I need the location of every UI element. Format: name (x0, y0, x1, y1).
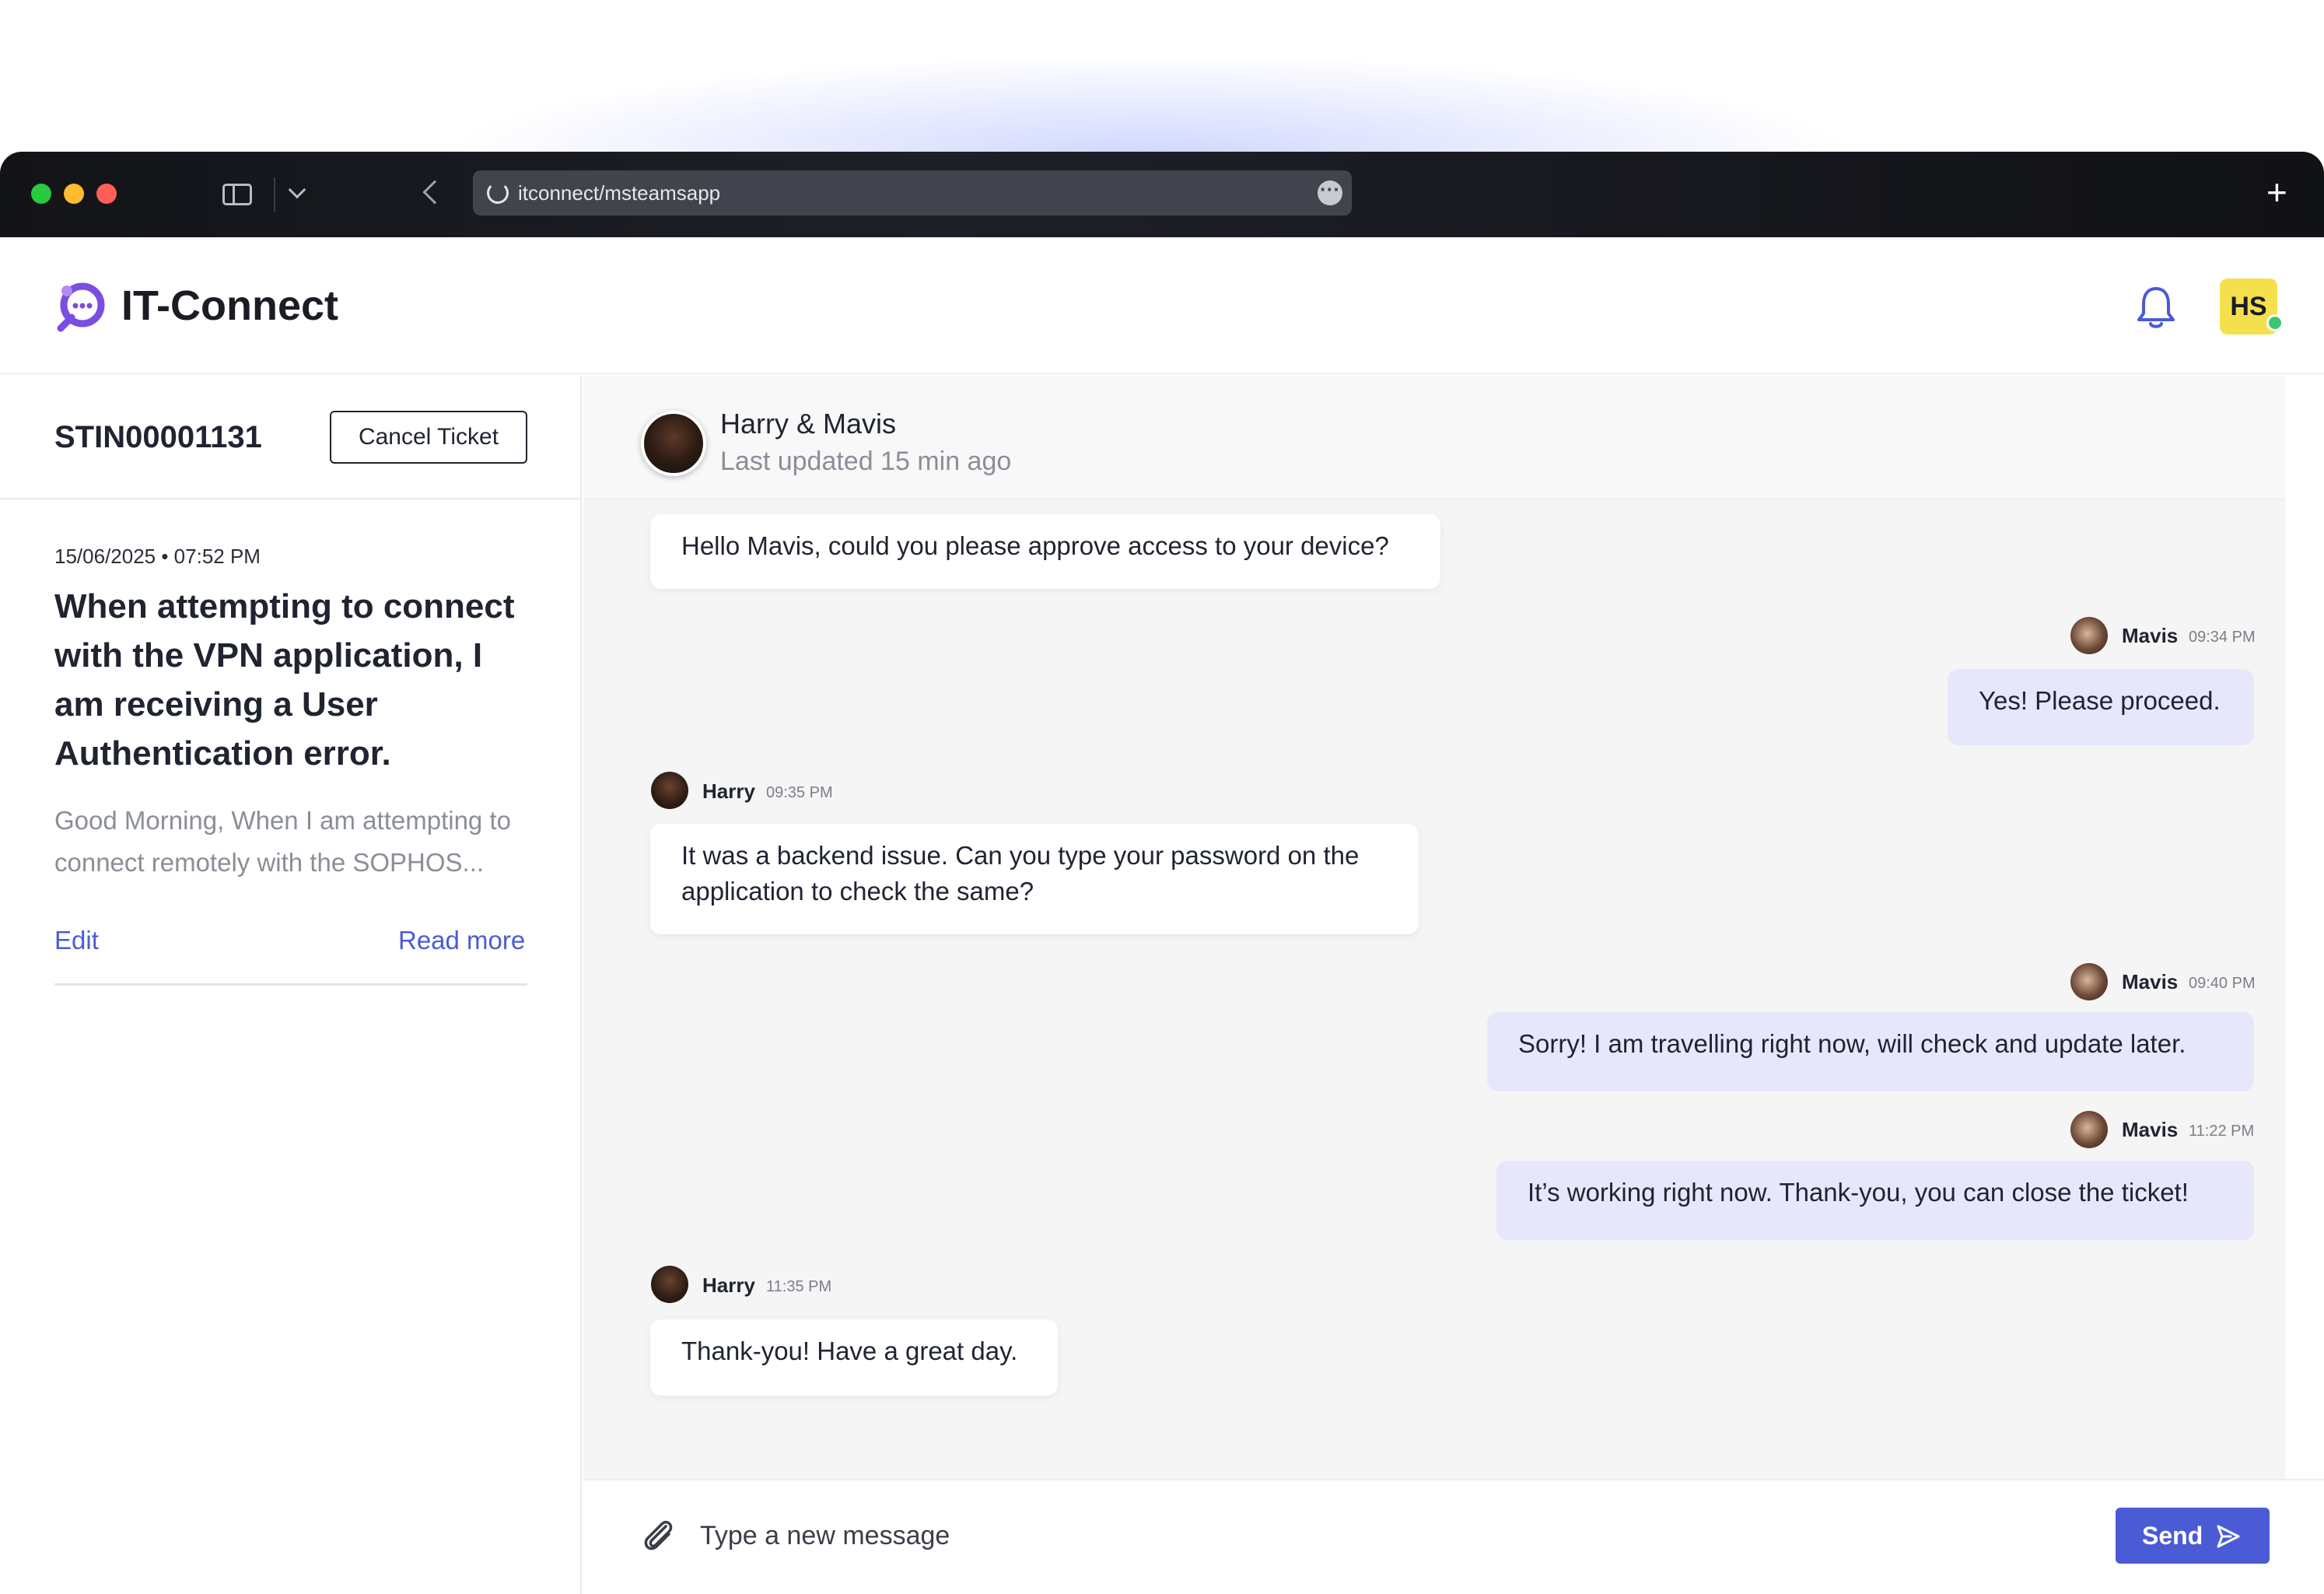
message-time: 09:40 PM (2189, 975, 2256, 992)
site-settings-icon[interactable] (487, 182, 509, 204)
cancel-ticket-button[interactable]: Cancel Ticket (330, 411, 527, 464)
ticket-id: STIN00001131 (54, 420, 262, 454)
sender-name: Mavis (2122, 970, 2179, 993)
plus-icon[interactable]: + (2266, 171, 2287, 213)
sender-avatar (2070, 963, 2108, 1000)
panel-divider (0, 498, 582, 499)
send-button[interactable]: Send (2116, 1508, 2270, 1564)
sender-name: Harry (702, 1273, 755, 1297)
message-time: 09:34 PM (2189, 629, 2256, 646)
read-more-link[interactable]: Read more (398, 926, 525, 955)
ticket-description: Good Morning, When I am attempting to co… (54, 806, 511, 877)
sender-name: Mavis (2122, 624, 2179, 647)
message-bubble: Thank-you! Have a great day. (650, 1319, 1058, 1396)
url-text[interactable]: itconnect/msteamsapp (518, 181, 720, 205)
window-close-button[interactable] (96, 184, 117, 204)
message-bubble: Sorry! I am travelling right now, will c… (1487, 1012, 2254, 1091)
sender-avatar (651, 1266, 688, 1303)
ticket-title: When attempting to connect with the VPN … (54, 587, 515, 772)
window-minimize-button[interactable] (64, 184, 84, 204)
message-input[interactable] (700, 1512, 2069, 1559)
send-icon (2217, 1525, 2240, 1548)
app-header (0, 237, 2324, 374)
paperclip-icon[interactable] (639, 1515, 677, 1556)
online-status-dot (2266, 314, 2284, 331)
sender-avatar (2070, 1111, 2108, 1148)
sidebar-toggle-icon[interactable] (222, 184, 252, 205)
sender-name: Mavis (2122, 1118, 2179, 1141)
chat-title: Harry & Mavis (720, 408, 897, 440)
message-time: 09:35 PM (766, 784, 833, 801)
chat-last-updated: Last updated 15 min ago (720, 447, 1012, 476)
sender-name: Harry (702, 779, 755, 803)
window-maximize-button[interactable] (31, 184, 51, 204)
message-time: 11:22 PM (2189, 1123, 2255, 1140)
chat-avatar (641, 411, 706, 476)
panel-bottom-divider (54, 983, 527, 986)
edit-link[interactable]: Edit (54, 926, 99, 955)
app-name: IT-Connect (121, 282, 338, 329)
message-bubble: It was a backend issue. Can you type you… (650, 824, 1419, 934)
message-bubble: Yes! Please proceed. (1948, 669, 2254, 745)
sender-avatar (2070, 617, 2108, 654)
top-glow (0, 0, 2324, 156)
toolbar-divider (274, 177, 275, 212)
message-bubble: Hello Mavis, could you please approve ac… (650, 514, 1440, 589)
sender-avatar (651, 772, 688, 809)
logo-icon (57, 282, 105, 332)
more-icon[interactable]: ··· (1318, 179, 1342, 205)
bell-icon[interactable] (2136, 284, 2176, 331)
ticket-date: 15/06/2025 • 07:52 PM (54, 545, 261, 568)
message-time: 11:35 PM (766, 1278, 832, 1295)
message-bubble: It’s working right now. Thank-you, you c… (1496, 1161, 2254, 1240)
